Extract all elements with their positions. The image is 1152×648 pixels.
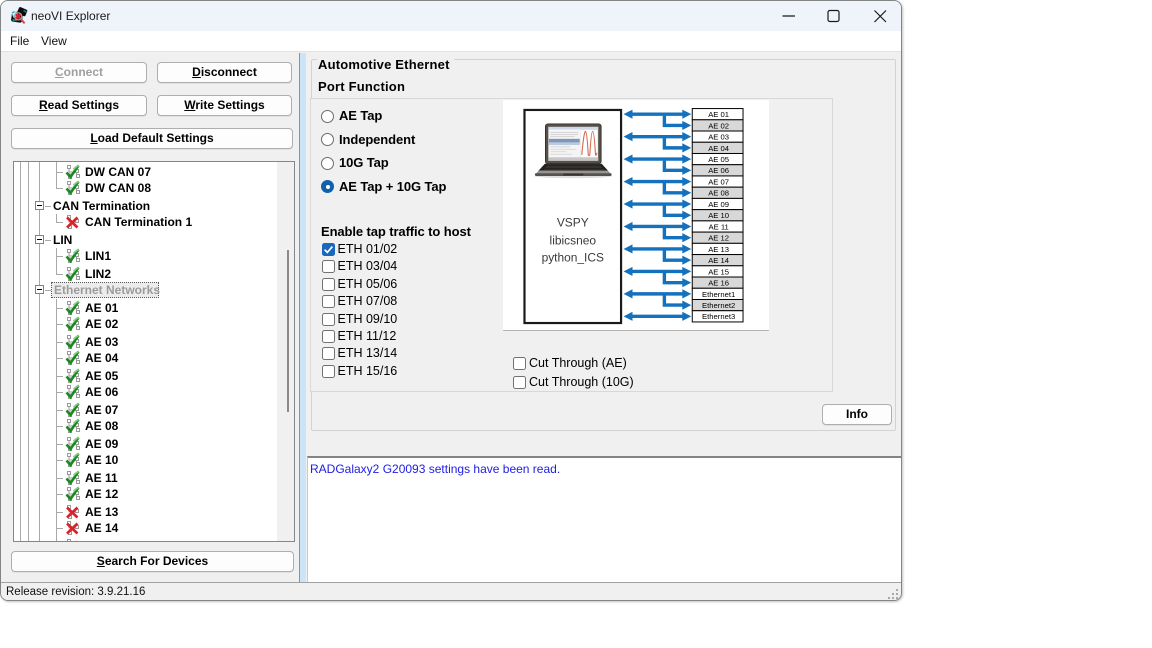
svg-text:AE 10: AE 10 [708,211,729,220]
svg-text:AE 13: AE 13 [708,245,729,254]
svg-text:AE 07: AE 07 [708,177,729,186]
svg-text:python_ICS: python_ICS [542,250,604,264]
svg-text:AE 02: AE 02 [708,121,729,130]
svg-text:AE 15: AE 15 [708,267,729,276]
svg-text:libicsneo: libicsneo [550,233,597,247]
svg-text:AE 14: AE 14 [708,256,730,265]
svg-text:AE 11: AE 11 [708,222,728,231]
svg-text:Ethernet2: Ethernet2 [702,301,735,310]
svg-text:Ethernet1: Ethernet1 [702,290,735,299]
svg-text:AE 04: AE 04 [708,144,730,153]
svg-text:AE 06: AE 06 [708,166,729,175]
svg-text:AE 05: AE 05 [708,155,729,164]
svg-text:AE 09: AE 09 [708,200,729,209]
svg-text:AE 16: AE 16 [708,279,729,288]
svg-text:VSPY: VSPY [557,215,589,229]
svg-text:AE 12: AE 12 [708,234,729,243]
svg-text:AE 01: AE 01 [708,110,729,119]
svg-text:AE 08: AE 08 [708,189,729,198]
svg-text:Ethernet3: Ethernet3 [702,312,735,321]
svg-text:AE 03: AE 03 [708,133,729,142]
